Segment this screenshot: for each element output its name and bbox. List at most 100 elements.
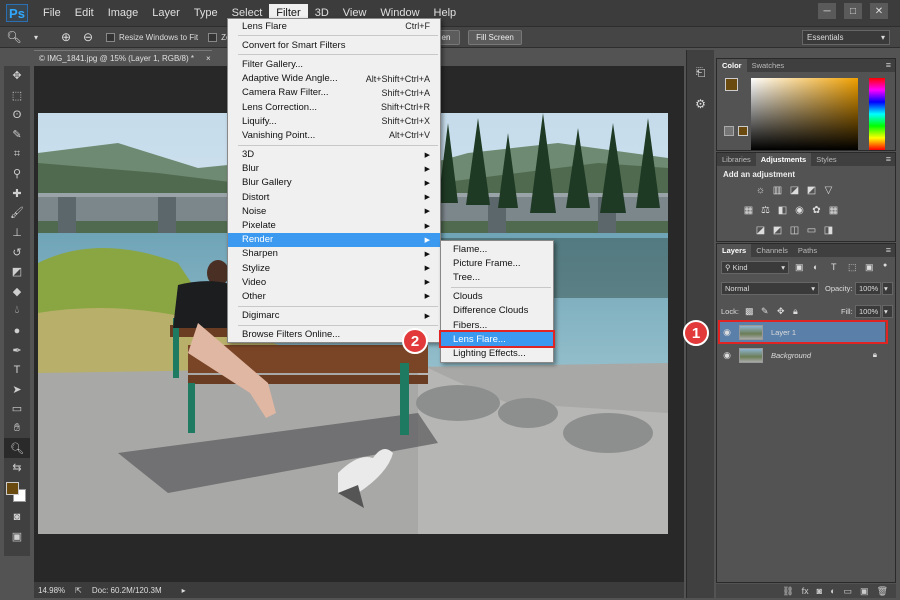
panel-menu-icon[interactable]: ≡ [882,153,895,166]
history-panel-icon[interactable]: ⎗ [690,62,712,82]
delete-layer-icon[interactable]: 🗑︎ [877,586,888,597]
filter-smart-icon[interactable]: ▣ [865,262,874,273]
render-menu-item-flame[interactable]: Flame... [441,242,553,256]
add-mask-icon[interactable]: ◙ [817,586,822,596]
foreground-color-swatch[interactable] [6,482,19,495]
share-icon[interactable]: ⇱ [75,586,82,595]
filter-menu-item-camera-raw-filter[interactable]: Camera Raw Filter... Shift+Ctrl+A [228,86,440,100]
photo-filter-icon[interactable]: ◉ [792,203,807,218]
resize-windows-checkbox[interactable]: Resize Windows to Fit [106,32,198,42]
tab-paths[interactable]: Paths [793,244,822,257]
brush-tool-icon[interactable]: 🖌︎ [4,203,30,223]
render-menu-item-clouds[interactable]: Clouds [441,290,553,304]
layer-filter-kind[interactable]: ⚲ Kind ▾ [721,261,789,274]
filter-menu-item-blur[interactable]: Blur ▶ [228,162,440,176]
filter-type-icon[interactable]: T [831,262,837,272]
filter-toggle-icon[interactable]: ● [883,262,887,269]
render-menu-item-picture-frame[interactable]: Picture Frame... [441,256,553,270]
tab-styles[interactable]: Styles [811,153,841,166]
filter-menu-item-digimarc[interactable]: Digimarc ▶ [228,309,440,323]
quick-select-tool-icon[interactable]: ✎ [4,125,30,145]
eraser-tool-icon[interactable]: ◩ [4,262,30,282]
path-select-tool-icon[interactable]: ➤ [4,380,30,400]
tab-swatches[interactable]: Swatches [747,59,790,72]
history-brush-tool-icon[interactable]: ↺ [4,242,30,262]
color-lookup-icon[interactable]: ▦ [826,203,841,218]
filter-menu-item-video[interactable]: Video ▶ [228,275,440,289]
menu-type[interactable]: Type [187,4,225,22]
lock-transparent-icon[interactable]: ▩ [745,306,754,317]
render-menu-item-difference-clouds[interactable]: Difference Clouds [441,304,553,318]
opacity-field[interactable]: 100% [855,282,881,295]
black-white-icon[interactable]: ◧ [775,203,790,218]
tab-channels[interactable]: Channels [751,244,793,257]
background-color-swatch[interactable] [724,126,734,136]
fill-dropdown-icon[interactable]: ▾ [882,305,893,318]
lasso-tool-icon[interactable]: ʘ [4,105,30,125]
menu-file[interactable]: File [36,4,68,22]
status-menu-arrow-icon[interactable]: ▸ [182,586,186,595]
posterize-icon[interactable]: ◩ [770,223,785,238]
filter-menu-item-lens-flare[interactable]: Lens Flare Ctrl+F [228,19,440,33]
crop-tool-icon[interactable]: ⌗ [4,144,30,164]
type-tool-icon[interactable]: T [4,360,30,380]
filter-menu-item-convert-for-smart-filters[interactable]: Convert for Smart Filters [228,38,440,52]
dodge-tool-icon[interactable]: ● [4,321,30,341]
filter-menu-item-noise[interactable]: Noise ▶ [228,204,440,218]
lock-all-icon[interactable]: 🔒︎ [793,306,798,317]
tab-layers[interactable]: Layers [717,244,752,257]
vibrance-icon[interactable]: ▽ [821,183,836,198]
close-icon[interactable]: ✕ [870,3,888,19]
healing-brush-tool-icon[interactable]: ✚ [4,184,30,204]
gradient-map-icon[interactable]: ▭ [804,223,819,238]
new-adjustment-icon[interactable]: ◐ [830,586,835,596]
marquee-tool-icon[interactable]: ⬚ [4,86,30,106]
selective-color-icon[interactable]: ◨ [821,223,836,238]
swap-colors-icon[interactable]: ⇆ [4,458,30,478]
threshold-icon[interactable]: ◫ [787,223,802,238]
filter-menu-item-3d[interactable]: 3D ▶ [228,148,440,162]
color-spectrum[interactable] [751,78,858,150]
layer-row-background[interactable]: ◉ Background 🔒︎ [719,344,885,366]
document-tab[interactable]: © IMG_1841.jpg @ 15% (Layer 1, RGB/8) * … [34,50,212,65]
render-menu-item-fibers[interactable]: Fibers... [441,318,553,332]
filter-menu-item-pixelate[interactable]: Pixelate ▶ [228,218,440,232]
filter-menu-item-render[interactable]: Render ▶ [228,232,440,247]
close-tab-icon[interactable]: × [206,54,211,63]
blur-tool-icon[interactable]: 💧︎ [4,301,30,321]
hue-slider[interactable] [869,78,885,150]
zoom-out-icon[interactable]: ⊖ [80,29,96,45]
tab-libraries[interactable]: Libraries [717,153,756,166]
filter-menu-item-vanishing-point[interactable]: Vanishing Point... Alt+Ctrl+V [228,128,440,142]
opacity-dropdown-icon[interactable]: ▾ [882,282,893,295]
filter-menu-item-sharpen[interactable]: Sharpen ▶ [228,247,440,261]
curves-icon[interactable]: ◪ [787,183,802,198]
zoom-in-icon[interactable]: ⊕ [58,29,74,45]
pen-tool-icon[interactable]: ✒ [4,340,30,360]
link-layers-icon[interactable]: ⛓ [782,586,793,597]
quick-mask-icon[interactable]: ◙ [4,507,30,527]
screen-mode-icon[interactable]: ▣ [4,527,30,547]
menu-edit[interactable]: Edit [68,4,101,22]
filter-menu-item-blur-gallery[interactable]: Blur Gallery ▶ [228,176,440,190]
render-menu-item-lighting-effects[interactable]: Lighting Effects... [441,346,553,360]
filter-pixel-icon[interactable]: ▣ [795,262,804,273]
filter-menu-item-stylize[interactable]: Stylize ▶ [228,261,440,275]
clone-stamp-tool-icon[interactable]: ⊥ [4,223,30,243]
hand-tool-icon[interactable]: ✋︎ [4,419,30,439]
fill-screen-button[interactable]: Fill Screen [468,30,522,45]
filter-shape-icon[interactable]: ⬚ [848,262,857,273]
blend-mode-select[interactable]: Normal ▾ [721,282,819,295]
zoom-tool-icon[interactable]: 🔍︎ [4,438,30,458]
fill-field[interactable]: 100% [855,305,881,318]
color-balance-icon[interactable]: ⚖ [758,203,773,218]
eye-icon[interactable]: ◉ [719,350,735,361]
panel-menu-icon[interactable]: ≡ [882,59,895,72]
render-menu-item-tree[interactable]: Tree... [441,270,553,284]
panel-menu-icon[interactable]: ≡ [882,244,895,257]
zoom-level[interactable]: 14.98% [38,586,65,595]
foreground-color-swatch[interactable] [725,78,738,91]
brightness-icon[interactable]: ☼ [753,183,768,198]
move-tool-icon[interactable]: ✥ [4,66,30,86]
chevron-down-icon[interactable]: ▾ [28,29,44,45]
